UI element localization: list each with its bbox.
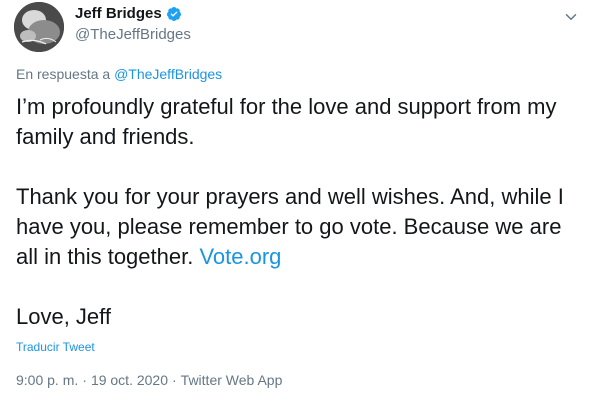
author-handle[interactable]: @TheJeffBridges xyxy=(75,26,191,43)
verified-badge-icon xyxy=(166,6,182,22)
vote-org-link[interactable]: Vote.org xyxy=(199,244,281,269)
reply-context: En respuesta a @TheJeffBridges xyxy=(16,66,222,82)
translate-tweet-link[interactable]: Traducir Tweet xyxy=(16,340,95,354)
avatar-image xyxy=(14,2,64,52)
tweet-paragraph-2-text: Thank you for your prayers and well wish… xyxy=(16,184,564,269)
meta-separator: · xyxy=(82,372,87,388)
reply-prefix: En respuesta a xyxy=(16,66,115,82)
avatar[interactable] xyxy=(14,2,64,52)
tweet-paragraph-3: Love, Jeff xyxy=(16,304,111,329)
tweet-paragraph-2: Thank you for your prayers and well wish… xyxy=(16,182,586,272)
tweet-date[interactable]: 19 oct. 2020 xyxy=(91,372,168,388)
chevron-down-icon[interactable] xyxy=(562,8,580,26)
reply-mention-link[interactable]: @TheJeffBridges xyxy=(114,66,222,82)
tweet-time[interactable]: 9:00 p. m. xyxy=(16,372,78,388)
tweet-paragraph-1: I’m profoundly grateful for the love and… xyxy=(16,94,557,149)
tweet-source[interactable]: Twitter Web App xyxy=(181,372,283,388)
author-name-row[interactable]: Jeff Bridges xyxy=(75,5,182,22)
tweet-text: I’m profoundly grateful for the love and… xyxy=(16,92,586,332)
author-display-name[interactable]: Jeff Bridges xyxy=(75,5,162,22)
tweet-metadata: 9:00 p. m. · 19 oct. 2020 · Twitter Web App xyxy=(16,372,282,388)
tweet-card: Jeff Bridges @TheJeffBridges En respuest… xyxy=(0,0,596,404)
meta-separator: · xyxy=(172,372,177,388)
